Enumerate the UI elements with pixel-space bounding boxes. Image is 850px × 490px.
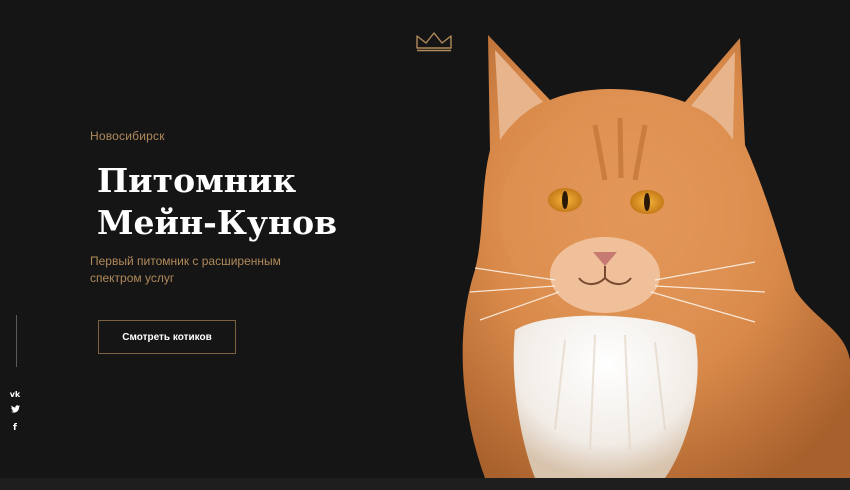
hero-section: Новосибирск Питомник Мейн-Кунов Первый п… bbox=[0, 0, 850, 478]
maine-coon-cat-image bbox=[462, 35, 850, 478]
crown-icon bbox=[416, 32, 452, 52]
city-label: Новосибирск bbox=[90, 129, 165, 143]
view-cats-button[interactable]: Смотреть котиков bbox=[98, 320, 236, 354]
bottom-strip bbox=[0, 478, 850, 490]
title-line-2: Мейн-Кунов bbox=[97, 203, 338, 242]
twitter-icon[interactable] bbox=[8, 405, 22, 415]
hero-subtitle: Первый питомник с расширенным спектром у… bbox=[90, 254, 281, 285]
scroll-divider bbox=[16, 315, 17, 367]
facebook-icon[interactable]: f bbox=[8, 423, 22, 433]
vk-icon[interactable]: vk bbox=[8, 390, 22, 399]
title-line-1: Питомник bbox=[97, 161, 297, 200]
page-title: Питомник Мейн-Кунов bbox=[97, 160, 337, 244]
